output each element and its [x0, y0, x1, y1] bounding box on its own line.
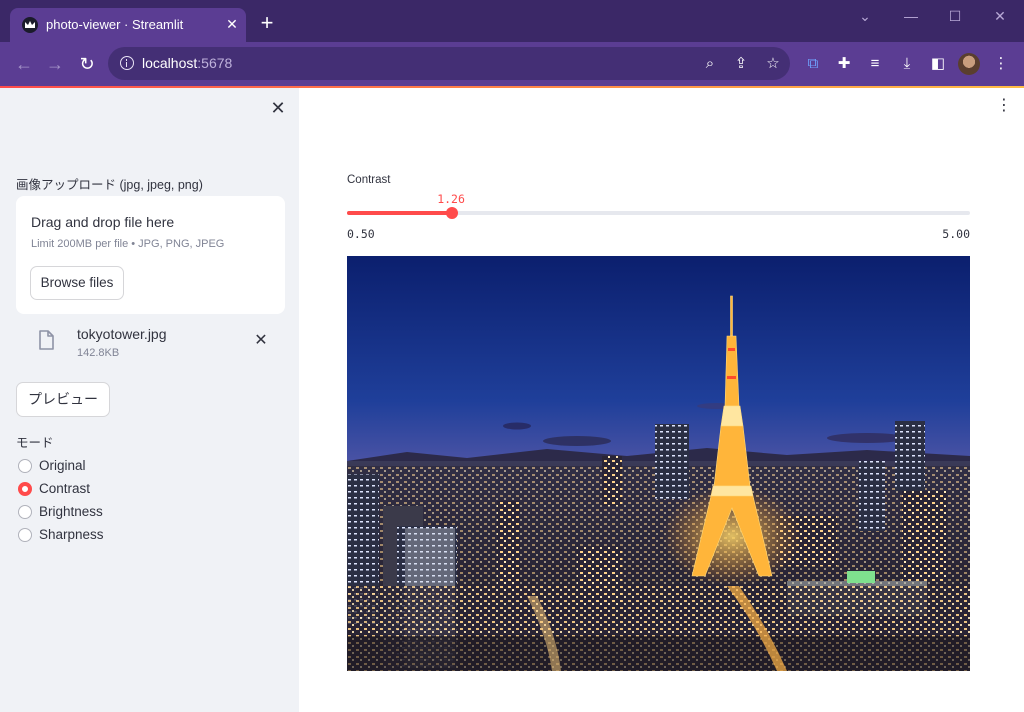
site-info-icon[interactable]	[120, 56, 134, 70]
radio-label: Contrast	[39, 481, 91, 496]
tab-close-icon[interactable]: ✕	[222, 14, 242, 34]
maximize-button[interactable]: ☐	[940, 6, 970, 26]
slider-fill	[347, 211, 453, 215]
window-close-button[interactable]: ✕	[985, 6, 1015, 26]
file-dropzone[interactable]: Drag and drop file here Limit 200MB per …	[16, 196, 285, 314]
sidebar: ✕ 画像アップロード (jpg, jpeg, png) Drag and dro…	[0, 88, 299, 712]
main-menu-icon[interactable]: ⋮	[996, 96, 1012, 116]
mode-option-brightness[interactable]: Brightness	[18, 502, 218, 522]
sidebar-close-icon[interactable]: ✕	[268, 98, 288, 118]
browser-menu-icon[interactable]: ⋮	[990, 53, 1012, 75]
forward-icon[interactable]: →	[43, 52, 67, 76]
url-host: localhost	[142, 55, 198, 71]
preview-button[interactable]: プレビュー	[16, 382, 110, 417]
radio-button[interactable]	[18, 482, 32, 496]
tab-search-icon[interactable]: ⌄	[850, 6, 880, 26]
extensions-puzzle-icon[interactable]: ✚	[833, 53, 855, 75]
slider-max: 5.00	[942, 227, 970, 241]
uploaded-file: tokyotower.jpg 142.8KB ✕	[16, 324, 285, 364]
radio-button[interactable]	[18, 528, 32, 542]
url-text[interactable]: localhost:5678	[142, 55, 232, 71]
radio-label: Sharpness	[39, 527, 104, 542]
dropzone-limit: Limit 200MB per file • JPG, PNG, JPEG	[31, 238, 225, 250]
slider-thumb[interactable]	[446, 207, 459, 219]
file-size: 142.8KB	[77, 347, 120, 359]
mode-option-original[interactable]: Original	[18, 456, 218, 476]
address-bar[interactable]: localhost:5678 ⌕ ⇪ ☆	[108, 47, 790, 80]
share-icon[interactable]: ⇪	[732, 55, 750, 73]
slider-label: Contrast	[347, 174, 391, 186]
browse-files-button[interactable]: Browse files	[30, 266, 124, 300]
uploader-label: 画像アップロード (jpg, jpeg, png)	[16, 178, 203, 192]
radio-button[interactable]	[18, 459, 32, 473]
download-icon[interactable]: ⤓	[896, 53, 918, 75]
browser-chrome: photo-viewer · Streamlit ✕ + ⌄ — ☐ ✕ ← →…	[0, 0, 1024, 86]
back-icon[interactable]: ←	[12, 52, 36, 76]
profile-avatar[interactable]	[958, 53, 980, 75]
dropzone-title: Drag and drop file here	[31, 214, 175, 230]
contrast-slider[interactable]: 1.26 0.50 5.00	[347, 192, 970, 241]
reload-icon[interactable]: ↻	[75, 52, 99, 76]
file-name: tokyotower.jpg	[77, 326, 167, 342]
streamlit-crown-icon	[22, 17, 38, 33]
mode-label: モード	[16, 436, 54, 450]
radio-button[interactable]	[18, 505, 32, 519]
media-controls-icon[interactable]: ≡	[864, 53, 886, 75]
tab-title: photo-viewer · Streamlit	[46, 17, 184, 32]
new-tab-button[interactable]: +	[256, 12, 278, 34]
slider-track[interactable]	[347, 211, 970, 215]
browser-toolbar: ← → ↻ localhost:5678 ⌕ ⇪ ☆ ⧉ ✚ ≡ ⤓ ◧ ⋮	[0, 42, 1024, 86]
remove-file-icon[interactable]: ✕	[252, 332, 270, 350]
tokyo-tower-night-photo	[347, 256, 970, 671]
preview-image	[347, 256, 970, 671]
tab-strip: photo-viewer · Streamlit ✕ + ⌄ — ☐ ✕	[0, 0, 1024, 42]
bookmark-star-icon[interactable]: ☆	[764, 55, 782, 73]
mode-option-sharpness[interactable]: Sharpness	[18, 525, 218, 545]
mode-option-contrast[interactable]: Contrast	[18, 479, 218, 499]
zoom-icon[interactable]: ⌕	[701, 55, 719, 73]
slider-value: 1.26	[437, 192, 465, 206]
url-port: :5678	[197, 55, 233, 71]
radio-label: Brightness	[39, 504, 103, 519]
side-panel-icon[interactable]: ◧	[927, 53, 949, 75]
minimize-button[interactable]: —	[896, 6, 926, 26]
slider-min: 0.50	[347, 227, 375, 241]
browser-tab[interactable]: photo-viewer · Streamlit ✕	[10, 8, 246, 42]
translate-extension-icon[interactable]: ⧉	[802, 53, 824, 75]
file-icon	[39, 330, 54, 350]
radio-label: Original	[39, 458, 86, 473]
